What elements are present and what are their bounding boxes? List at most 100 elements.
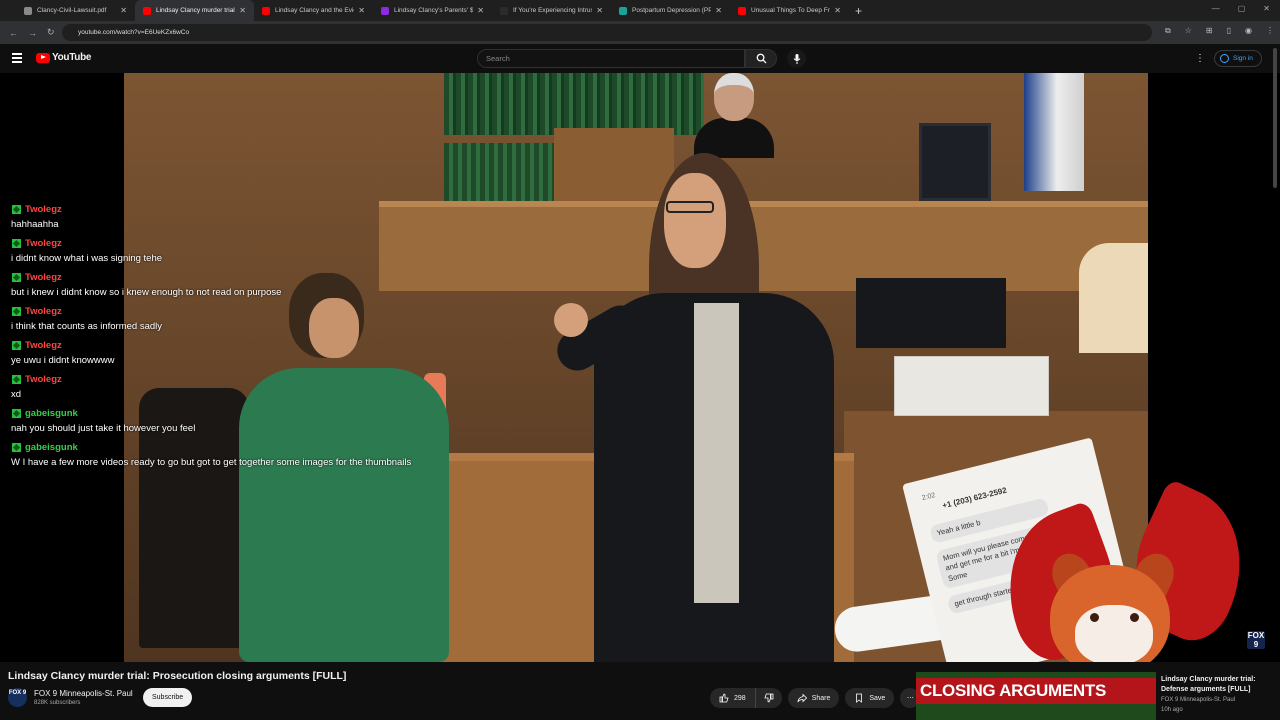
chat-message: Twolegz xd <box>10 373 430 401</box>
close-tab-icon[interactable]: ✕ <box>239 6 246 15</box>
channel-name[interactable]: FOX 9 Minneapolis-St. Paul <box>34 689 133 698</box>
chat-user: gabeisgunk <box>10 407 430 419</box>
tab-title: Lindsay Clancy's Parents' $1 Mi <box>394 7 474 14</box>
close-tab-icon[interactable]: ✕ <box>477 6 484 15</box>
browser-tab[interactable]: Lindsay Clancy murder trial ✕ <box>135 0 254 21</box>
new-tab-button[interactable]: + <box>855 4 862 18</box>
chat-user: Twolegz <box>10 271 430 283</box>
browser-tab[interactable]: Unusual Things To Deep Fry ✕ <box>730 0 849 21</box>
flag <box>1024 73 1084 191</box>
tab-title: Clancy-Civil-Lawsuit.pdf <box>37 7 107 14</box>
bookmark-star-icon[interactable]: ☆ <box>1185 26 1192 36</box>
page-scrollbar[interactable] <box>1273 48 1277 188</box>
close-window-button[interactable]: ✕ <box>1263 4 1270 13</box>
chat-username: Twolegz <box>25 271 62 283</box>
forward-button[interactable]: → <box>28 28 38 38</box>
browser-tab[interactable]: Clancy-Civil-Lawsuit.pdf ✕ <box>16 0 135 21</box>
browser-tab[interactable]: Postpartum Depression (PPD) ✕ <box>611 0 730 21</box>
chat-badge-icon <box>12 442 21 452</box>
bookshelf <box>444 73 704 135</box>
extensions-icon[interactable]: ⊞ <box>1206 26 1213 36</box>
chat-username: Twolegz <box>25 373 62 385</box>
chat-text: i think that counts as informed sadly <box>11 321 163 332</box>
chat-username: Twolegz <box>25 339 62 351</box>
like-count: 298 <box>734 694 746 702</box>
tab-title: Unusual Things To Deep Fry <box>751 7 831 14</box>
video-player[interactable]: 2:02 +1 (203) 623-2592 Yeah a little b M… <box>0 73 1280 662</box>
tab-title: Postpartum Depression (PPD) <box>632 7 712 14</box>
search-placeholder: Search <box>486 54 510 63</box>
cast-icon[interactable]: ⧉ <box>1165 26 1171 36</box>
bookmark-icon <box>856 693 863 703</box>
channel-watermark: FOX 9 <box>1247 631 1265 649</box>
tab-favicon-icon <box>500 6 508 15</box>
browser-tab[interactable]: Lindsay Clancy and the Eviden ✕ <box>254 0 373 21</box>
browser-tab[interactable]: If You're Experiencing Intrusive✕ <box>492 0 611 21</box>
sign-in-button[interactable]: Sign in <box>1214 50 1262 67</box>
maximize-button[interactable]: ▢ <box>1238 4 1246 13</box>
chat-user: Twolegz <box>10 339 430 351</box>
chat-text: xd <box>11 389 22 400</box>
share-icon <box>797 693 807 703</box>
reload-button[interactable]: ↻ <box>47 27 57 38</box>
printer <box>894 356 1049 416</box>
microphone-icon <box>793 53 800 64</box>
like-button[interactable]: 298 <box>710 688 756 708</box>
chat-username: Twolegz <box>25 305 62 317</box>
chat-text: hahhaahha <box>11 219 59 230</box>
chat-text: W I have a few more videos ready to go b… <box>11 457 412 468</box>
browser-menu-icon[interactable]: ⋮ <box>1266 26 1274 36</box>
close-tab-icon[interactable]: ✕ <box>120 6 127 15</box>
tab-favicon-icon <box>381 6 389 15</box>
chat-message: Twolegz but i knew i didnt know so i knew… <box>10 271 430 299</box>
youtube-logo[interactable]: YouTube <box>36 52 92 63</box>
profile-icon[interactable]: ◉ <box>1245 26 1252 36</box>
chat-badge-icon <box>12 408 21 418</box>
browser-tab-strip: Clancy-Civil-Lawsuit.pdf ✕ Lindsay Clancy … <box>0 0 1280 21</box>
save-label: Save <box>869 694 886 702</box>
close-tab-icon[interactable]: ✕ <box>834 6 841 15</box>
thumbs-up-icon <box>719 693 729 703</box>
chat-user: gabeisgunk <box>10 441 430 453</box>
search-input[interactable]: Search <box>477 49 745 68</box>
recommended-channel[interactable]: FOX 9 Minneapolis-St. Paul <box>1161 697 1235 703</box>
voice-search-button[interactable] <box>787 49 806 68</box>
tab-list: Clancy-Civil-Lawsuit.pdf ✕ Lindsay Clancy … <box>16 0 849 21</box>
address-bar[interactable]: youtube.com/watch?v=E6UeKZx6wCo <box>62 24 1152 41</box>
chat-username: Twolegz <box>25 237 62 249</box>
tab-favicon-icon <box>262 6 270 15</box>
person-right <box>1079 243 1148 353</box>
subscribe-button[interactable]: Subscribe <box>143 688 193 707</box>
video-title: Lindsay Clancy murder trial: Prosecution… <box>8 670 347 682</box>
thumbs-down-icon <box>764 693 774 703</box>
search-button[interactable] <box>745 49 777 68</box>
close-tab-icon[interactable]: ✕ <box>715 6 722 15</box>
tab-title: Lindsay Clancy and the Eviden <box>275 7 354 14</box>
sidebar-icon[interactable]: ▯ <box>1227 26 1231 36</box>
youtube-header: YouTube Search ⋮ Sign in <box>0 44 1280 73</box>
window-controls: — ▢ ✕ <box>1212 4 1270 13</box>
chat-text: but i knew i didnt know so i knew enough… <box>11 287 282 298</box>
tab-title: Lindsay Clancy murder trial <box>156 7 235 14</box>
browser-tab[interactable]: Lindsay Clancy's Parents' $1 Mi✕ <box>373 0 492 21</box>
close-tab-icon[interactable]: ✕ <box>358 6 365 15</box>
settings-menu-icon[interactable]: ⋮ <box>1195 53 1205 64</box>
subscriber-count: 828K subscribers <box>34 700 81 706</box>
thumbnail-banner: CLOSING ARGUMENTS <box>916 678 1156 704</box>
bookshelf-lower <box>444 143 554 201</box>
back-button[interactable]: ← <box>9 28 19 38</box>
chat-badge-icon <box>12 238 21 248</box>
close-tab-icon[interactable]: ✕ <box>596 6 603 15</box>
minimize-button[interactable]: — <box>1212 4 1220 13</box>
hamburger-menu-icon[interactable] <box>12 53 22 65</box>
share-button[interactable]: Share <box>787 688 840 708</box>
save-button[interactable]: Save <box>845 688 895 708</box>
recommended-thumbnail[interactable]: CLOSING ARGUMENTS <box>916 672 1156 720</box>
channel-avatar[interactable]: FOX 9 <box>8 688 27 707</box>
chat-user: Twolegz <box>10 237 430 249</box>
recommended-title[interactable]: Lindsay Clancy murder trial: Defense arg… <box>1161 675 1271 695</box>
dislike-button[interactable] <box>755 688 782 708</box>
search-icon <box>756 53 767 64</box>
like-dislike-group: 298 <box>710 688 782 708</box>
prosecutor-figure <box>550 153 844 662</box>
